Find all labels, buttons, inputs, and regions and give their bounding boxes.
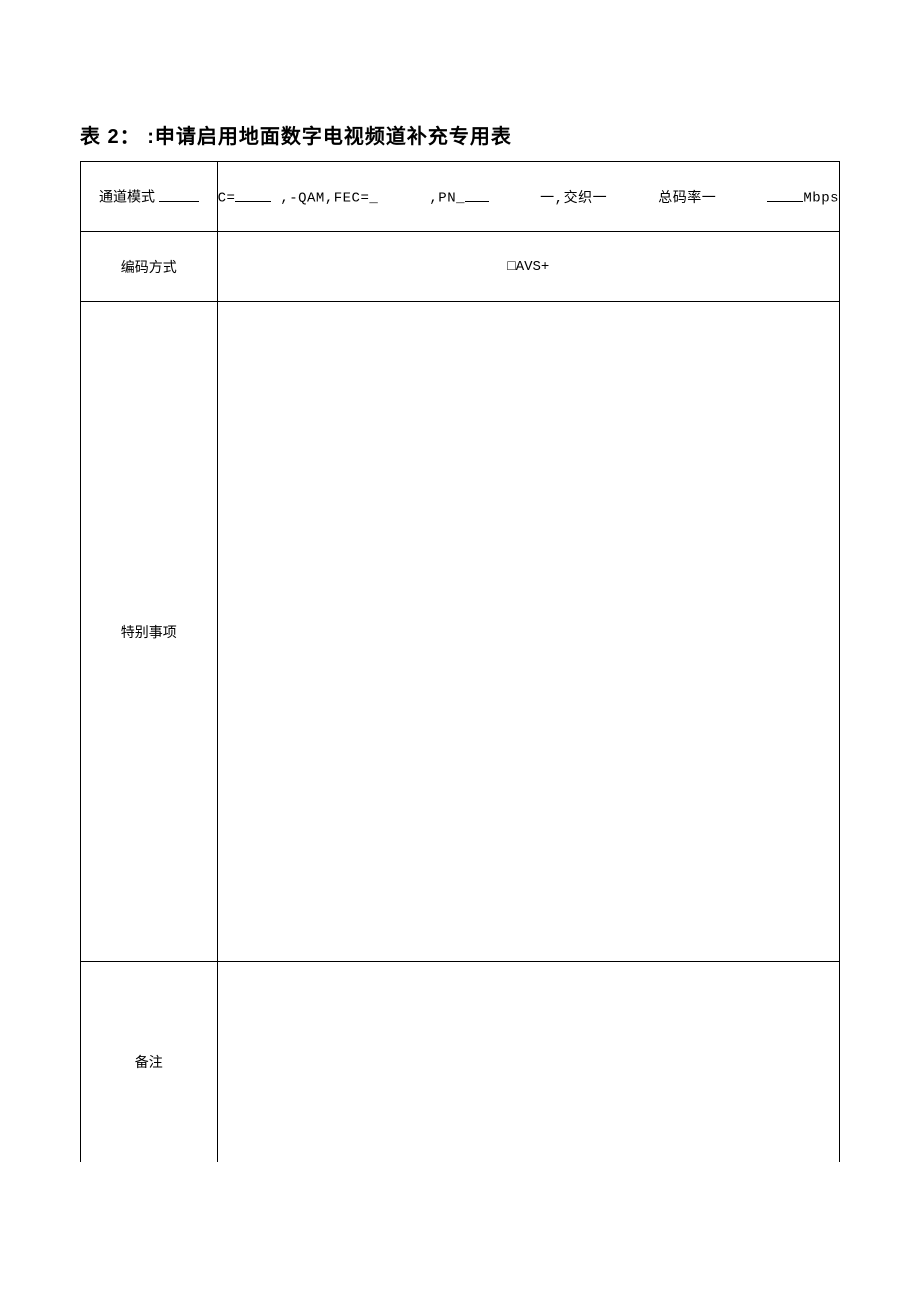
encoding-label: 编码方式 <box>121 261 177 276</box>
pn-text: ,PN_ <box>429 191 465 207</box>
remark-value-cell <box>217 962 839 1162</box>
document-page: 表 2： :申请启用地面数字电视频道补充专用表 通道模式 C= ,-QAM,FE… <box>0 0 920 1301</box>
c-prefix: C= <box>218 191 236 207</box>
blank-line <box>465 186 489 201</box>
channel-mode-label-cell: 通道模式 <box>81 162 218 232</box>
rate-label: 总码率一 <box>658 191 716 207</box>
blank-line <box>159 186 199 201</box>
row-remark: 备注 <box>81 962 840 1162</box>
remark-label: 备注 <box>135 1056 163 1071</box>
blank-line <box>235 186 271 201</box>
channel-mode-label: 通道模式 <box>99 191 155 206</box>
unit-text: Mbps <box>803 191 839 207</box>
qam-fec-text: ,-QAM,FEC=_ <box>280 191 378 207</box>
row-encoding: 编码方式 □AVS+ <box>81 232 840 302</box>
jiaozhi-text: 一,交织一 <box>540 191 607 207</box>
form-table: 通道模式 C= ,-QAM,FEC=_ ,PN_ 一,交织一 <box>80 161 840 1162</box>
special-label: 特别事项 <box>121 626 177 641</box>
table-title: 表 2： :申请启用地面数字电视频道补充专用表 <box>80 120 840 149</box>
encoding-value: □AVS+ <box>507 259 549 275</box>
row-channel-mode: 通道模式 C= ,-QAM,FEC=_ ,PN_ 一,交织一 <box>81 162 840 232</box>
channel-mode-value-cell: C= ,-QAM,FEC=_ ,PN_ 一,交织一 总码率一 Mbps <box>217 162 839 232</box>
row-special: 特别事项 <box>81 302 840 962</box>
remark-label-cell: 备注 <box>81 962 218 1162</box>
encoding-label-cell: 编码方式 <box>81 232 218 302</box>
special-value-cell <box>217 302 839 962</box>
encoding-value-cell: □AVS+ <box>217 232 839 302</box>
special-label-cell: 特别事项 <box>81 302 218 962</box>
blank-line <box>767 186 803 201</box>
